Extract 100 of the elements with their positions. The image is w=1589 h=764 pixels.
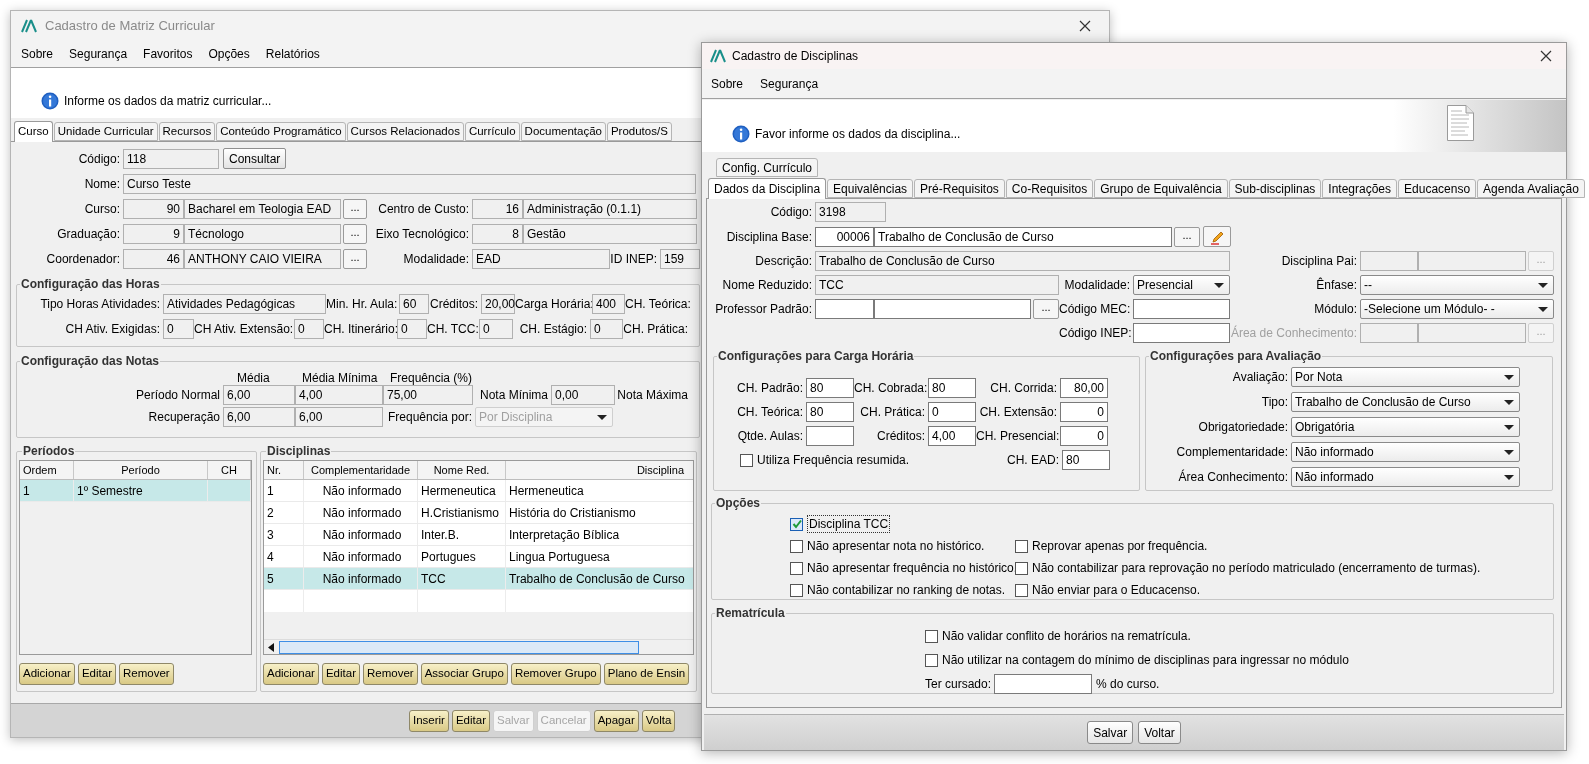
text-field[interactable]: Bacharel em Teologia EAD	[184, 199, 341, 219]
text-field[interactable]: Curso Teste	[123, 174, 696, 194]
text-field[interactable]: Técnologo	[184, 224, 341, 244]
edit-button[interactable]	[1203, 226, 1231, 247]
checkbox[interactable]	[1015, 583, 1028, 597]
scrollbar-thumb[interactable]	[279, 640, 639, 654]
tab[interactable]: Currículo	[464, 122, 520, 141]
menu-item[interactable]: Segurança	[68, 44, 129, 63]
text-field[interactable]: 80,00	[1060, 378, 1108, 398]
text-field[interactable]	[1418, 251, 1526, 271]
table-row[interactable]: 4 Não informado Portugues Lingua Portuguesa	[264, 546, 693, 568]
text-field[interactable]: 80	[806, 378, 854, 398]
menu-item[interactable]: Favoritos	[142, 44, 194, 63]
action-button[interactable]: Voltar	[1138, 721, 1181, 744]
lookup-button[interactable]: ...	[343, 224, 367, 244]
action-button[interactable]: Plano de Ensin	[603, 663, 690, 685]
lookup-button[interactable]: ...	[1033, 299, 1059, 319]
text-field[interactable]: 80	[928, 378, 976, 398]
dropdown[interactable]: Não informado	[1291, 467, 1520, 487]
menu-item[interactable]: Segurança	[760, 74, 819, 93]
lookup-button[interactable]: ...	[1174, 226, 1200, 247]
action-button[interactable]: Salvar	[1087, 721, 1134, 744]
table-row[interactable]: 1 1º Semestre	[20, 480, 251, 502]
text-field[interactable]: 0	[590, 319, 623, 339]
table-row[interactable]: 1 Não informado Hermeneutica Hermeneutica	[264, 480, 693, 502]
scrollbar[interactable]	[264, 639, 693, 654]
text-field[interactable]: EAD	[472, 249, 610, 269]
dropdown[interactable]: Por Nota	[1291, 367, 1520, 387]
text-field[interactable]: 80	[1062, 450, 1110, 470]
tab[interactable]: Equivalências	[827, 179, 914, 198]
dropdown[interactable]: Presencial	[1133, 275, 1230, 295]
action-button[interactable]: Adicionar	[263, 663, 319, 685]
text-field[interactable]: 0	[163, 319, 194, 339]
menu-item[interactable]: Sobre	[711, 74, 744, 93]
text-field[interactable]: 75,00	[383, 385, 473, 405]
tab[interactable]: Produtos/S	[606, 122, 672, 141]
text-field[interactable]: 46	[123, 249, 184, 269]
text-field[interactable]: ANTHONY CAIO VIEIRA	[184, 249, 341, 269]
action-button[interactable]: Editar	[321, 663, 360, 685]
action-button[interactable]: Associar Grupo	[420, 663, 508, 685]
table-row[interactable]: 5 Não informado TCC Trabalho de Conclusão de Curso	[264, 568, 693, 590]
dropdown[interactable]: Obrigatória	[1291, 417, 1520, 437]
tab[interactable]: Documentação	[520, 122, 606, 141]
text-field[interactable]: 16	[472, 199, 523, 219]
action-button[interactable]: Editar	[451, 709, 490, 732]
tab[interactable]: Pré-Requisitos	[914, 179, 1005, 198]
text-field[interactable]	[1418, 323, 1526, 343]
menu-item[interactable]: Sobre	[20, 44, 55, 63]
tab[interactable]: Integrações	[1322, 179, 1398, 198]
dropdown[interactable]: --	[1360, 275, 1554, 295]
tab[interactable]: Config. Currículo	[716, 158, 819, 177]
text-field[interactable]: 0	[928, 402, 976, 422]
action-button[interactable]: Inserir	[409, 709, 449, 732]
text-field[interactable]	[815, 299, 874, 319]
dropdown[interactable]: -Selecione um Módulo- -	[1360, 299, 1554, 319]
text-field[interactable]: 0	[1060, 402, 1108, 422]
text-field[interactable]: 9	[123, 224, 184, 244]
action-button[interactable]: Editar	[77, 663, 116, 685]
action-button[interactable]: Remover Grupo	[510, 663, 601, 685]
text-field[interactable]: 60	[399, 294, 429, 314]
text-field[interactable]: 8	[472, 224, 523, 244]
dropdown[interactable]: Trabalho de Conclusão de Curso	[1291, 392, 1520, 412]
tab[interactable]: Curso	[14, 121, 53, 142]
text-field[interactable]: Administração (0.1.1)	[523, 199, 697, 219]
tab[interactable]: Educacenso	[1398, 179, 1477, 198]
text-field[interactable]	[874, 299, 1031, 319]
text-field[interactable]: 0	[1060, 426, 1108, 446]
lookup-button[interactable]: ...	[343, 249, 367, 269]
text-field[interactable]: 20,00	[481, 294, 515, 314]
text-field[interactable]: Atividades Pedagógicas	[163, 294, 326, 314]
menu-item[interactable]: Relatórios	[264, 44, 321, 63]
action-button[interactable]: Remover	[363, 663, 418, 685]
text-field[interactable]: 90	[123, 199, 184, 219]
text-field[interactable]: 6,00	[295, 407, 383, 427]
tab[interactable]: Unidade Curricular	[53, 122, 158, 141]
tab[interactable]: Cursos Relacionados	[346, 122, 464, 141]
text-field[interactable]: 4,00	[295, 385, 383, 405]
text-field[interactable]: 159	[660, 249, 700, 269]
checkbox[interactable]	[740, 453, 753, 467]
checkbox[interactable]	[925, 653, 938, 667]
action-button[interactable]: Volta	[641, 709, 676, 732]
table-row[interactable]: 3 Não informado Inter.B. Interpretação Bíblica	[264, 524, 693, 546]
text-field[interactable]: 0,00	[551, 385, 615, 405]
checkbox[interactable]	[790, 583, 803, 597]
tab[interactable]: Co-Requisitos	[1005, 179, 1094, 198]
action-button[interactable]: Adicionar	[19, 663, 75, 685]
tab[interactable]: Recursos	[158, 122, 216, 141]
text-field[interactable]: 00006	[815, 226, 874, 247]
text-field[interactable]: 400	[592, 294, 625, 314]
checkbox[interactable]	[790, 517, 803, 531]
text-field[interactable]: 6,00	[223, 385, 295, 405]
text-field[interactable]	[806, 426, 854, 446]
checkbox[interactable]	[1015, 539, 1028, 553]
tab[interactable]: Agenda Avaliação	[1477, 179, 1585, 198]
text-field[interactable]: Gestão	[523, 224, 697, 244]
text-field[interactable]: 6,00	[223, 407, 295, 427]
text-field[interactable]	[994, 674, 1093, 694]
checkbox[interactable]	[790, 561, 803, 575]
consult-button[interactable]: Consultar	[223, 148, 287, 169]
dropdown[interactable]: Não informado	[1291, 442, 1520, 462]
